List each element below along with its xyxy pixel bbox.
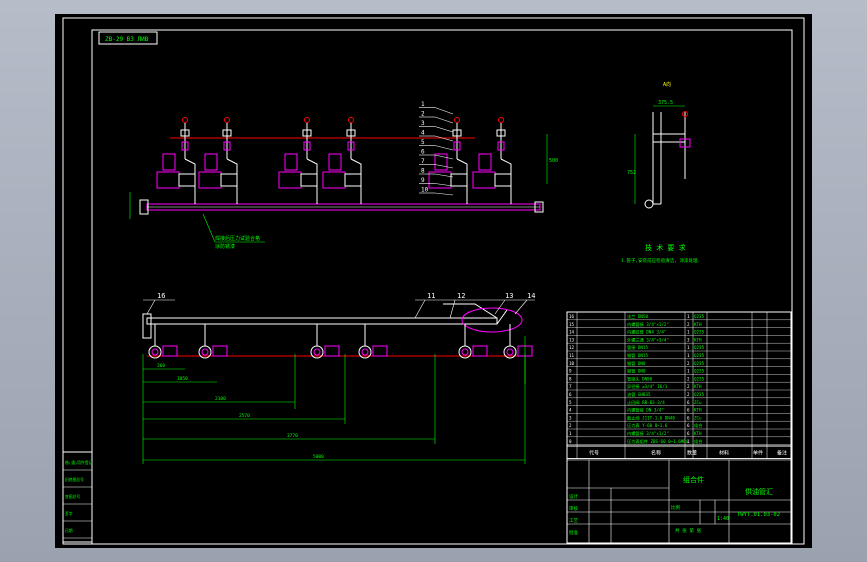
bom-name: 内螺管接 3/4"×1/2" xyxy=(627,321,669,328)
bom-mat: Q235 xyxy=(694,314,705,319)
bom-header-cell: 备注 xyxy=(777,450,787,457)
callout-12: 12 xyxy=(457,292,465,300)
bom-name: 内螺纹管 DN4 3/4" xyxy=(627,329,666,336)
dim-bot-3: 2570 xyxy=(239,413,250,419)
bom-mat: Q235 xyxy=(694,392,705,397)
tb-ratio-label: 比例 xyxy=(671,504,680,511)
bom-name: 内螺管接 3/4"×1/2" xyxy=(627,430,669,437)
bom-mat: KTH xyxy=(694,431,702,436)
tech-req-title: 技 术 要 求 xyxy=(645,243,686,252)
bom-name: 内螺管接 DN 3/4" xyxy=(627,407,664,414)
dim-side-width: 375.5 xyxy=(658,100,673,106)
tb-approve: 批准 xyxy=(569,529,578,536)
bom-name: 法兰 DN50 xyxy=(627,313,648,320)
dim-bot-2: 2100 xyxy=(215,396,226,402)
bom-mat: Q235 xyxy=(694,353,705,358)
tb-designer: 设计 xyxy=(569,493,578,500)
callout-8: 8 xyxy=(421,168,425,175)
bom-mat: Q235 xyxy=(694,330,705,335)
bom-mat: 组合 xyxy=(694,422,703,429)
tb-ratio: 1:40 xyxy=(717,516,729,522)
dim-bot-5: 5000 xyxy=(313,454,324,460)
callout-3: 3 xyxy=(421,120,425,127)
bom-no: 10 xyxy=(569,361,575,366)
drawing-sheet: ZB-29 ВЗ ЛИВ 500 焊接后压力试验合格 涂防锈漆 12345678… xyxy=(55,14,812,548)
stamp-label: 日期 xyxy=(65,528,73,533)
tb-checker: 审核 xyxy=(569,505,578,512)
callout-5: 5 xyxy=(421,139,425,146)
stamp-label: 旧底图总号 xyxy=(65,477,84,482)
bom-mat: ZCu xyxy=(694,415,702,420)
tb-sheet: 共 张 第 张 xyxy=(675,527,702,534)
callout-14: 14 xyxy=(527,292,535,300)
bom-mat: KTH xyxy=(694,384,702,389)
callout-10: 10 xyxy=(421,187,429,194)
stamp-label: 底图总号 xyxy=(65,494,80,499)
callout-7: 7 xyxy=(421,158,425,165)
svg-text:焊接后压力试验合格: 焊接后压力试验合格 xyxy=(215,235,260,242)
view-label: ZB-29 ВЗ ЛИВ xyxy=(105,36,149,43)
svg-text:A向: A向 xyxy=(663,81,671,88)
bom-header-cell: 材料 xyxy=(719,450,729,457)
tb-drawing-no: TWYT.01.03-02 xyxy=(737,512,780,518)
bom-name: 管接 DN15 xyxy=(627,344,648,351)
bom-no: 15 xyxy=(569,322,575,327)
bom-header-cell: 单件 xyxy=(753,450,763,457)
bom-header-cell: 名称 xyxy=(651,450,661,457)
bom-name: 油管 GHB35 xyxy=(627,391,651,398)
bom-no: 12 xyxy=(569,345,575,350)
bom-name: 压力表 Y-60 0~1.6 xyxy=(627,422,668,429)
bom-name: 钢管 DN15 xyxy=(627,352,648,359)
stamp-label: 借(通)用件登记 xyxy=(65,460,93,465)
bom-header-cell: 数量 xyxy=(687,450,697,457)
bom-mat: KTH xyxy=(694,322,702,327)
bom-name: 止回阀 RB-B3-3/4 xyxy=(627,399,665,406)
callout-1: 1 xyxy=(421,101,425,108)
cad-drawing: ZB-29 ВЗ ЛИВ 500 焊接后压力试验合格 涂防锈漆 12345678… xyxy=(55,14,812,548)
bom-no: 11 xyxy=(569,353,575,358)
bom-no: 16 xyxy=(569,314,575,319)
bom-mat: Q235 xyxy=(694,345,705,350)
bom-mat: Q235 xyxy=(694,361,705,366)
sheet-background xyxy=(55,14,812,548)
stamp-label: 签字 xyxy=(65,511,73,516)
bom-name: 异径接 ≥3/4" 16/1 xyxy=(627,383,668,390)
tb-part-name: 供油管汇 xyxy=(745,487,773,496)
bom-mat: 组合 xyxy=(694,438,703,445)
bom-mat: KTH xyxy=(694,337,702,342)
svg-text:涂防锈漆: 涂防锈漆 xyxy=(215,243,235,250)
tb-company: 组合件 xyxy=(683,475,704,484)
callout-13: 13 xyxy=(505,292,513,300)
tb-process: 工艺 xyxy=(569,518,578,524)
bom-no: 13 xyxy=(569,337,575,342)
bom-header-cell: 代号 xyxy=(589,450,599,457)
bom-no: 14 xyxy=(569,330,575,335)
bom-mat: KTH xyxy=(694,408,702,413)
callout-9: 9 xyxy=(421,177,425,184)
bom-mat: ZCu xyxy=(694,400,702,405)
svg-text:752: 752 xyxy=(627,170,636,176)
bom-name: 外螺三通 3/4"×3/4" xyxy=(627,336,669,343)
callout-11: 11 xyxy=(427,292,435,300)
bom-name: 钢管 DN8 xyxy=(627,368,646,375)
bom-name: 截止阀 J11T-1.6 DN40 xyxy=(627,414,675,421)
bom-name: 压力表组件 ZBS-60 0~1.6MPa xyxy=(627,438,689,445)
bom-mat: Q235 xyxy=(694,369,705,374)
callout-16: 16 xyxy=(157,292,165,300)
bom-mat: Q235 xyxy=(694,376,705,381)
callout-4: 4 xyxy=(421,130,425,137)
dim-front-height: 500 xyxy=(549,158,558,164)
dim-bot-1: 1050 xyxy=(177,376,188,382)
bom-name: 钢管 DN8 xyxy=(627,360,646,367)
tech-req-line: 1.管子,安装前应检验清洁, 涂漆处理. xyxy=(621,257,700,264)
bom-name: 管接头 DN50 xyxy=(627,375,653,382)
callout-6: 6 xyxy=(421,149,425,156)
dim-bot-small: 360 xyxy=(157,363,165,369)
callout-2: 2 xyxy=(421,111,425,118)
dim-bot-4: 3770 xyxy=(287,433,298,439)
